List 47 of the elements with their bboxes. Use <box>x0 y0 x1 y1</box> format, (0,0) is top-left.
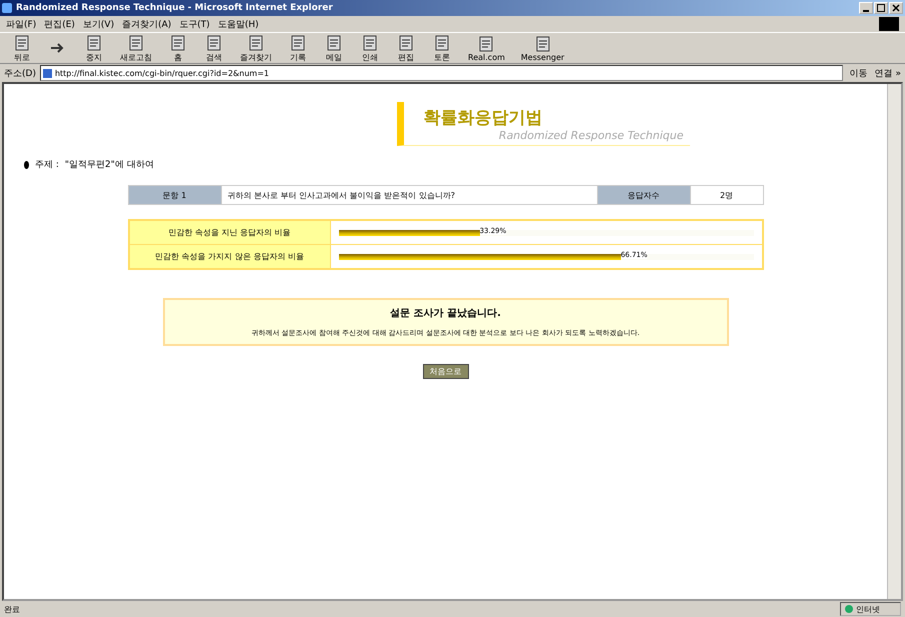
toolbar-button[interactable]: 검색 <box>198 34 230 62</box>
minimize-button[interactable] <box>859 2 873 14</box>
result-label: 민감한 속성을 지닌 응답자의 비율 <box>128 220 330 244</box>
go-button[interactable]: 이동 <box>846 66 871 80</box>
notice-title: 설문 조사가 끝났습니다. <box>389 307 502 320</box>
toolbar-button[interactable]: 뒤로 <box>6 34 38 62</box>
respondents-count: 2명 <box>690 186 763 204</box>
toolbar-button[interactable]: 인쇄 <box>354 34 386 62</box>
question-label: 문항 1 <box>128 186 221 204</box>
zone-indicator: 인터넷 <box>840 602 901 616</box>
home-button[interactable]: 처음으로 <box>422 364 468 379</box>
toolbar-button[interactable]: 토론 <box>426 34 458 62</box>
address-label: 주소(D) <box>4 68 36 80</box>
window-title: Randomized Response Technique - Microsoft Internet Explorer <box>16 3 333 13</box>
toolbar-button[interactable]: Messenger <box>514 34 570 62</box>
status-text: 완료 <box>4 604 20 614</box>
toolbar-button[interactable]: 즐겨찾기 <box>234 34 278 62</box>
toolbar-button[interactable]: 편집 <box>390 34 422 62</box>
scrollbar[interactable] <box>887 84 901 599</box>
menu-item[interactable]: 편집(E) <box>44 18 75 30</box>
topic-text: "일적무편2"에 대하여 <box>64 159 154 171</box>
toolbar-button[interactable]: 새로고침 <box>114 34 158 62</box>
toolbar-button[interactable]: 메일 <box>318 34 350 62</box>
toolbar-button[interactable]: Real.com <box>462 34 511 62</box>
maximize-button[interactable] <box>874 2 888 14</box>
page-subtitle: Randomized Response Technique <box>498 129 684 142</box>
menu-item[interactable]: 파일(F) <box>6 18 36 30</box>
close-button[interactable] <box>889 2 903 14</box>
respondents-label: 응답자수 <box>597 186 690 204</box>
close-icon <box>892 4 900 12</box>
address-field[interactable]: http://final.kistec.com/cgi-bin/rquer.cgi?id=2&num=1 <box>40 65 843 81</box>
links-label[interactable]: 연결 » <box>874 66 901 80</box>
browser-icon <box>2 3 12 13</box>
result-label: 민감한 속성을 가지지 않은 응답자의 비율 <box>128 244 330 269</box>
menu-item[interactable]: 도움말(H) <box>218 18 259 30</box>
menu-item[interactable]: 도구(T) <box>179 18 210 30</box>
maximize-icon <box>877 4 885 12</box>
question-text: 귀하의 본사로 부터 인사고과에서 불이익을 받은적이 있습니까? <box>221 186 597 204</box>
toolbar-button[interactable]: 홈 <box>162 34 194 62</box>
globe-icon <box>845 605 853 613</box>
menu-item[interactable]: 보기(V) <box>82 18 114 30</box>
bullet-icon <box>24 160 29 168</box>
page-title: 확률화응답기법 <box>424 107 544 129</box>
topic-label: 주제 : <box>35 159 59 171</box>
toolbar-button[interactable]: 중지 <box>78 34 110 62</box>
menu-item[interactable]: 즐겨찾기(A) <box>122 18 172 30</box>
toolbar-button[interactable]: 기록 <box>282 34 314 62</box>
